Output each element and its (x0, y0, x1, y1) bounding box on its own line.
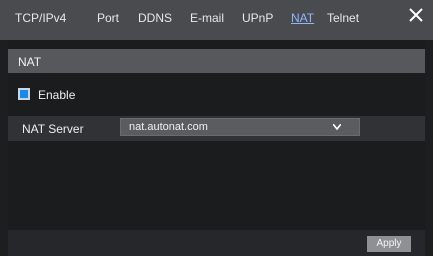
nat-server-label: NAT Server (22, 122, 84, 136)
tab-nat[interactable]: NAT (291, 11, 314, 25)
section-title: NAT (18, 55, 42, 69)
tab-port[interactable]: Port (97, 11, 119, 25)
tab-email[interactable]: E-mail (190, 11, 224, 25)
nat-settings-panel: NAT Enable NAT Server nat.autonat.com Ap… (8, 40, 425, 256)
nat-server-select[interactable]: nat.autonat.com (120, 118, 360, 136)
nat-server-value: nat.autonat.com (129, 121, 208, 133)
tab-ddns[interactable]: DDNS (138, 11, 172, 25)
tab-tcp-ipv4[interactable]: TCP/IPv4 (15, 11, 66, 25)
tab-telnet[interactable]: Telnet (327, 11, 359, 25)
tab-bar: TCP/IPv4 Port DDNS E-mail UPnP NAT Telne… (0, 0, 433, 40)
network-settings-window: TCP/IPv4 Port DDNS E-mail UPnP NAT Telne… (0, 0, 433, 256)
footer-bar: Apply (8, 230, 425, 256)
section-header: NAT (8, 49, 425, 73)
enable-checkbox[interactable] (18, 88, 30, 100)
enable-label: Enable (38, 88, 76, 102)
apply-button[interactable]: Apply (367, 236, 411, 252)
close-icon[interactable] (407, 6, 425, 24)
tab-upnp[interactable]: UPnP (242, 11, 273, 25)
chevron-down-icon (333, 124, 341, 130)
